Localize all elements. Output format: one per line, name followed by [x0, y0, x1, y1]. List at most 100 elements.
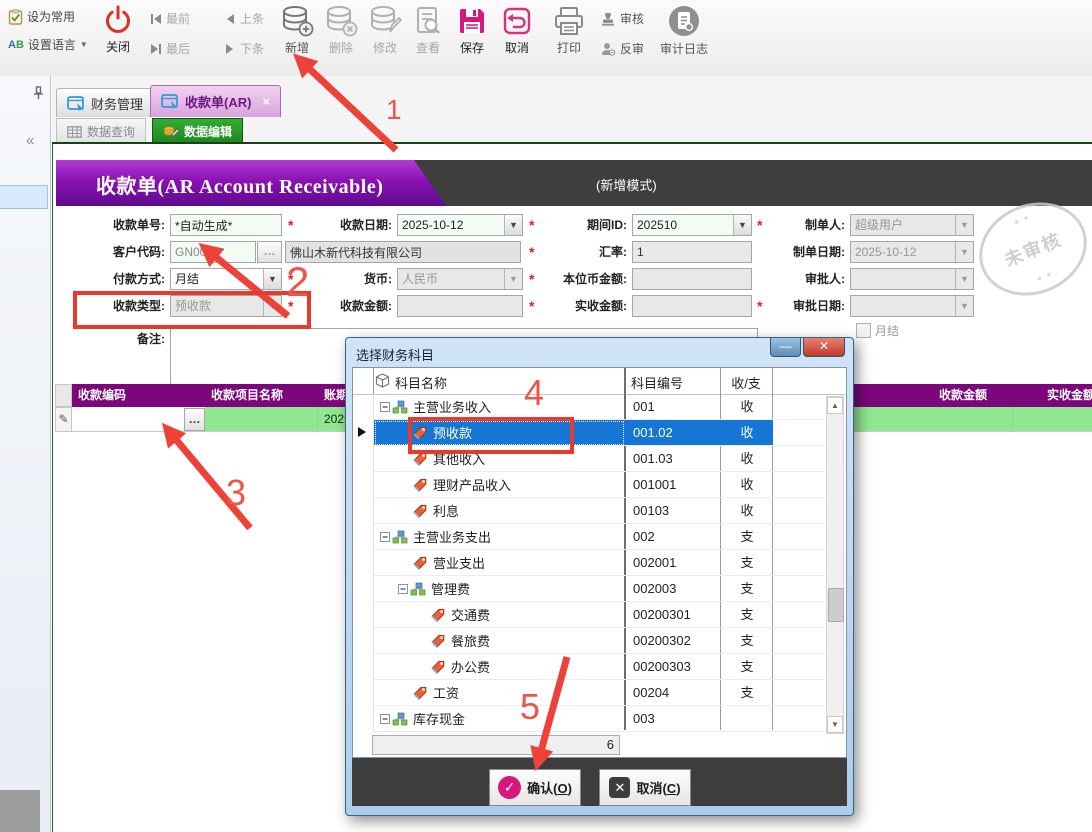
cell-item-name[interactable] [205, 407, 318, 432]
period-id-select[interactable]: 202510▼ [632, 214, 752, 236]
receipt-date-select[interactable]: 2025-10-12▼ [397, 214, 523, 236]
save-button[interactable]: 保存 [449, 5, 495, 56]
add-button[interactable]: 新增 [274, 5, 320, 56]
minimize-button[interactable]: — [770, 338, 801, 357]
tab-close-icon[interactable]: × [262, 94, 270, 109]
cell-received[interactable] [1013, 407, 1092, 432]
tree-row[interactable]: 库存现金 003 [353, 706, 825, 732]
tree-row-flow: 支 [721, 550, 773, 576]
highlight-box-receipt-type [73, 291, 311, 329]
chevron-down-icon[interactable]: ▼ [263, 269, 281, 289]
first-record-icon [150, 13, 162, 25]
col-header-received[interactable]: 实收金额 [1013, 384, 1092, 407]
tree-row[interactable]: 管理费 002003 支 [353, 576, 825, 602]
cancel-button[interactable]: ✕ 取消(C) [599, 769, 691, 806]
audit-log-button[interactable]: 审计日志 [658, 4, 710, 57]
sidebar-selected-item[interactable] [0, 185, 48, 209]
required-mark: * [529, 268, 534, 290]
close-button[interactable]: 关闭 [95, 4, 141, 55]
tree-row-name[interactable]: 办公费 [374, 654, 625, 680]
col-header-item-name[interactable]: 收款项目名称 [205, 384, 318, 407]
next-record-button[interactable]: 下条 [224, 40, 264, 57]
prev-record-button[interactable]: 上条 [224, 10, 264, 27]
tree-row[interactable]: 工资 00204 支 [353, 680, 825, 706]
language-button[interactable]: AB 设置语言 ▼ [8, 36, 88, 53]
tree-expand-icon[interactable] [398, 582, 426, 596]
approver-label: 审批人: [758, 268, 845, 290]
tree-row[interactable]: 交通费 00200301 支 [353, 602, 825, 628]
customer-code-label: 客户代码: [55, 241, 165, 263]
pin-icon[interactable] [33, 86, 44, 100]
monthly-checkbox[interactable]: 月结 [856, 322, 899, 339]
receipt-amount-input[interactable] [397, 295, 523, 317]
current-row-icon [358, 427, 366, 437]
language-ab-icon: AB [8, 39, 24, 51]
currency-select: 人民币▼ [397, 268, 523, 290]
tree-row[interactable]: 利息 00103 收 [353, 498, 825, 524]
last-record-button[interactable]: 最后 [150, 40, 190, 57]
chevron-down-icon[interactable]: ▼ [733, 215, 751, 235]
modify-button[interactable]: 修改 [362, 5, 408, 56]
first-record-button[interactable]: 最前 [150, 10, 190, 27]
chevron-down-icon[interactable]: ▼ [504, 215, 522, 235]
subtab-data-edit[interactable]: 数据编辑 [152, 118, 243, 145]
checkbox-icon[interactable] [856, 323, 871, 338]
tree-flow-header[interactable]: 收/支 [720, 373, 772, 392]
tree-row-name[interactable]: 工资 [374, 680, 625, 706]
unaudit-label: 反审 [620, 40, 644, 57]
tree-expand-icon[interactable] [380, 712, 408, 726]
customer-lookup-button[interactable]: … [257, 241, 282, 263]
tab-label: 收款单(AR) [185, 92, 251, 111]
tree-code-header[interactable]: 科目编号 [631, 373, 683, 392]
favorite-button[interactable]: 设为常用 [8, 8, 75, 25]
tree-row-name[interactable]: 管理费 [374, 576, 625, 602]
receipt-no-input[interactable] [170, 214, 282, 236]
chevron-down-icon: ▼ [955, 215, 973, 235]
close-button[interactable]: ✕ [803, 338, 845, 357]
tree-row-name[interactable]: 主营业务支出 [374, 524, 625, 550]
tree-row[interactable]: 理财产品收入 001001 收 [353, 472, 825, 498]
tab-receipt-ar[interactable]: 收款单(AR) × [150, 85, 281, 117]
chevron-down-icon: ▼ [504, 269, 522, 289]
cancel-button[interactable]: 取消 [494, 5, 540, 56]
view-button[interactable]: 查看 [405, 5, 451, 56]
tree-row[interactable]: 营业支出 002001 支 [353, 550, 825, 576]
tree-expand-icon[interactable] [380, 530, 408, 544]
confirm-button[interactable]: ✓ 确认(O) [489, 769, 581, 806]
tree-row-name[interactable]: 交通费 [374, 602, 625, 628]
tree-row[interactable]: 办公费 00200303 支 [353, 654, 825, 680]
subtab-label: 数据编辑 [184, 123, 232, 140]
tree-row-filler [773, 420, 825, 446]
tag-icon [412, 685, 428, 701]
database-add-icon [280, 5, 314, 37]
subtab-label: 数据查询 [87, 123, 135, 140]
tree-scrollbar[interactable]: ▲ ▼ [826, 396, 844, 734]
audit-button[interactable]: 审核 [600, 10, 644, 27]
tree-expand-icon[interactable] [380, 400, 408, 414]
tab-finance-management[interactable]: 财务管理 [56, 88, 154, 117]
tree-row-label: 办公费 [451, 657, 490, 676]
delete-button[interactable]: 删除 [318, 5, 364, 56]
collapse-panel-icon[interactable]: « [26, 132, 34, 149]
tree-row-name[interactable]: 理财产品收入 [374, 472, 625, 498]
tree-row[interactable]: 主营业务支出 002 支 [353, 524, 825, 550]
next-record-icon [224, 43, 236, 55]
tree-row-name[interactable]: 库存现金 [374, 706, 625, 732]
tree-row-name[interactable]: 利息 [374, 498, 625, 524]
code-lookup-button[interactable]: … [184, 408, 205, 431]
customer-code-input[interactable] [170, 241, 256, 263]
pay-method-select[interactable]: 月结▼ [170, 268, 282, 290]
tree-row-name[interactable]: 营业支出 [374, 550, 625, 576]
tag-icon [412, 555, 428, 571]
print-button[interactable]: 打印 [546, 5, 592, 56]
col-header-code[interactable]: 收款编码 [72, 384, 205, 407]
tree-name-header[interactable]: 科目名称 [395, 373, 447, 392]
scroll-down-icon[interactable]: ▼ [827, 716, 843, 733]
subtab-data-query[interactable]: 数据查询 [56, 118, 146, 145]
tree-row-name[interactable]: 餐旅费 [374, 628, 625, 654]
tab-label: 财务管理 [91, 94, 143, 113]
scrollbar-thumb[interactable] [828, 588, 844, 622]
scroll-up-icon[interactable]: ▲ [827, 397, 843, 414]
tree-row[interactable]: 餐旅费 00200302 支 [353, 628, 825, 654]
unaudit-button[interactable]: 反审 [600, 40, 644, 57]
